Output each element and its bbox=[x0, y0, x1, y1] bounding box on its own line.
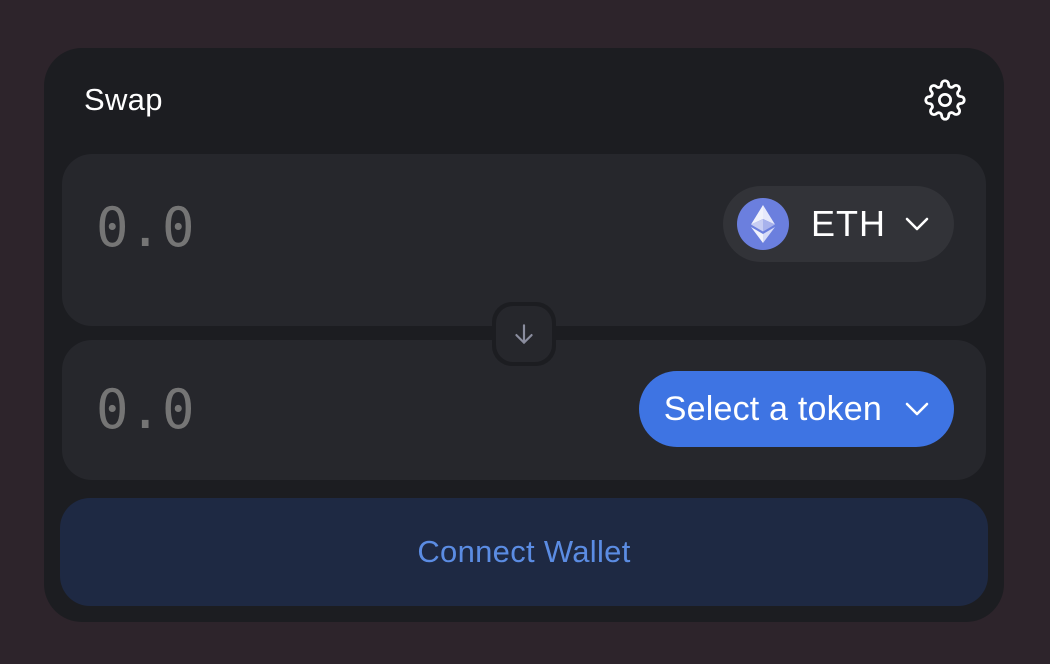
settings-button[interactable] bbox=[924, 79, 966, 121]
input-token-selector[interactable]: ETH bbox=[723, 186, 954, 262]
chevron-down-icon bbox=[904, 401, 930, 417]
ethereum-icon bbox=[737, 198, 789, 250]
output-amount-field[interactable] bbox=[96, 378, 496, 441]
switch-tokens-button[interactable] bbox=[496, 306, 552, 362]
swap-header: Swap bbox=[84, 79, 966, 121]
arrow-down-icon bbox=[515, 324, 533, 344]
select-token-label: Select a token bbox=[663, 389, 882, 428]
swap-card: Swap ETH bbox=[44, 48, 1004, 622]
swap-title: Swap bbox=[84, 82, 163, 117]
connect-wallet-button[interactable]: Connect Wallet bbox=[60, 498, 988, 606]
input-token-panel: ETH bbox=[62, 154, 986, 326]
input-amount-field[interactable] bbox=[96, 196, 496, 259]
switch-tokens-frame bbox=[492, 302, 556, 366]
input-token-symbol: ETH bbox=[811, 203, 886, 244]
chevron-down-icon bbox=[904, 216, 930, 232]
gear-icon bbox=[924, 79, 966, 121]
select-token-button[interactable]: Select a token bbox=[638, 371, 954, 447]
